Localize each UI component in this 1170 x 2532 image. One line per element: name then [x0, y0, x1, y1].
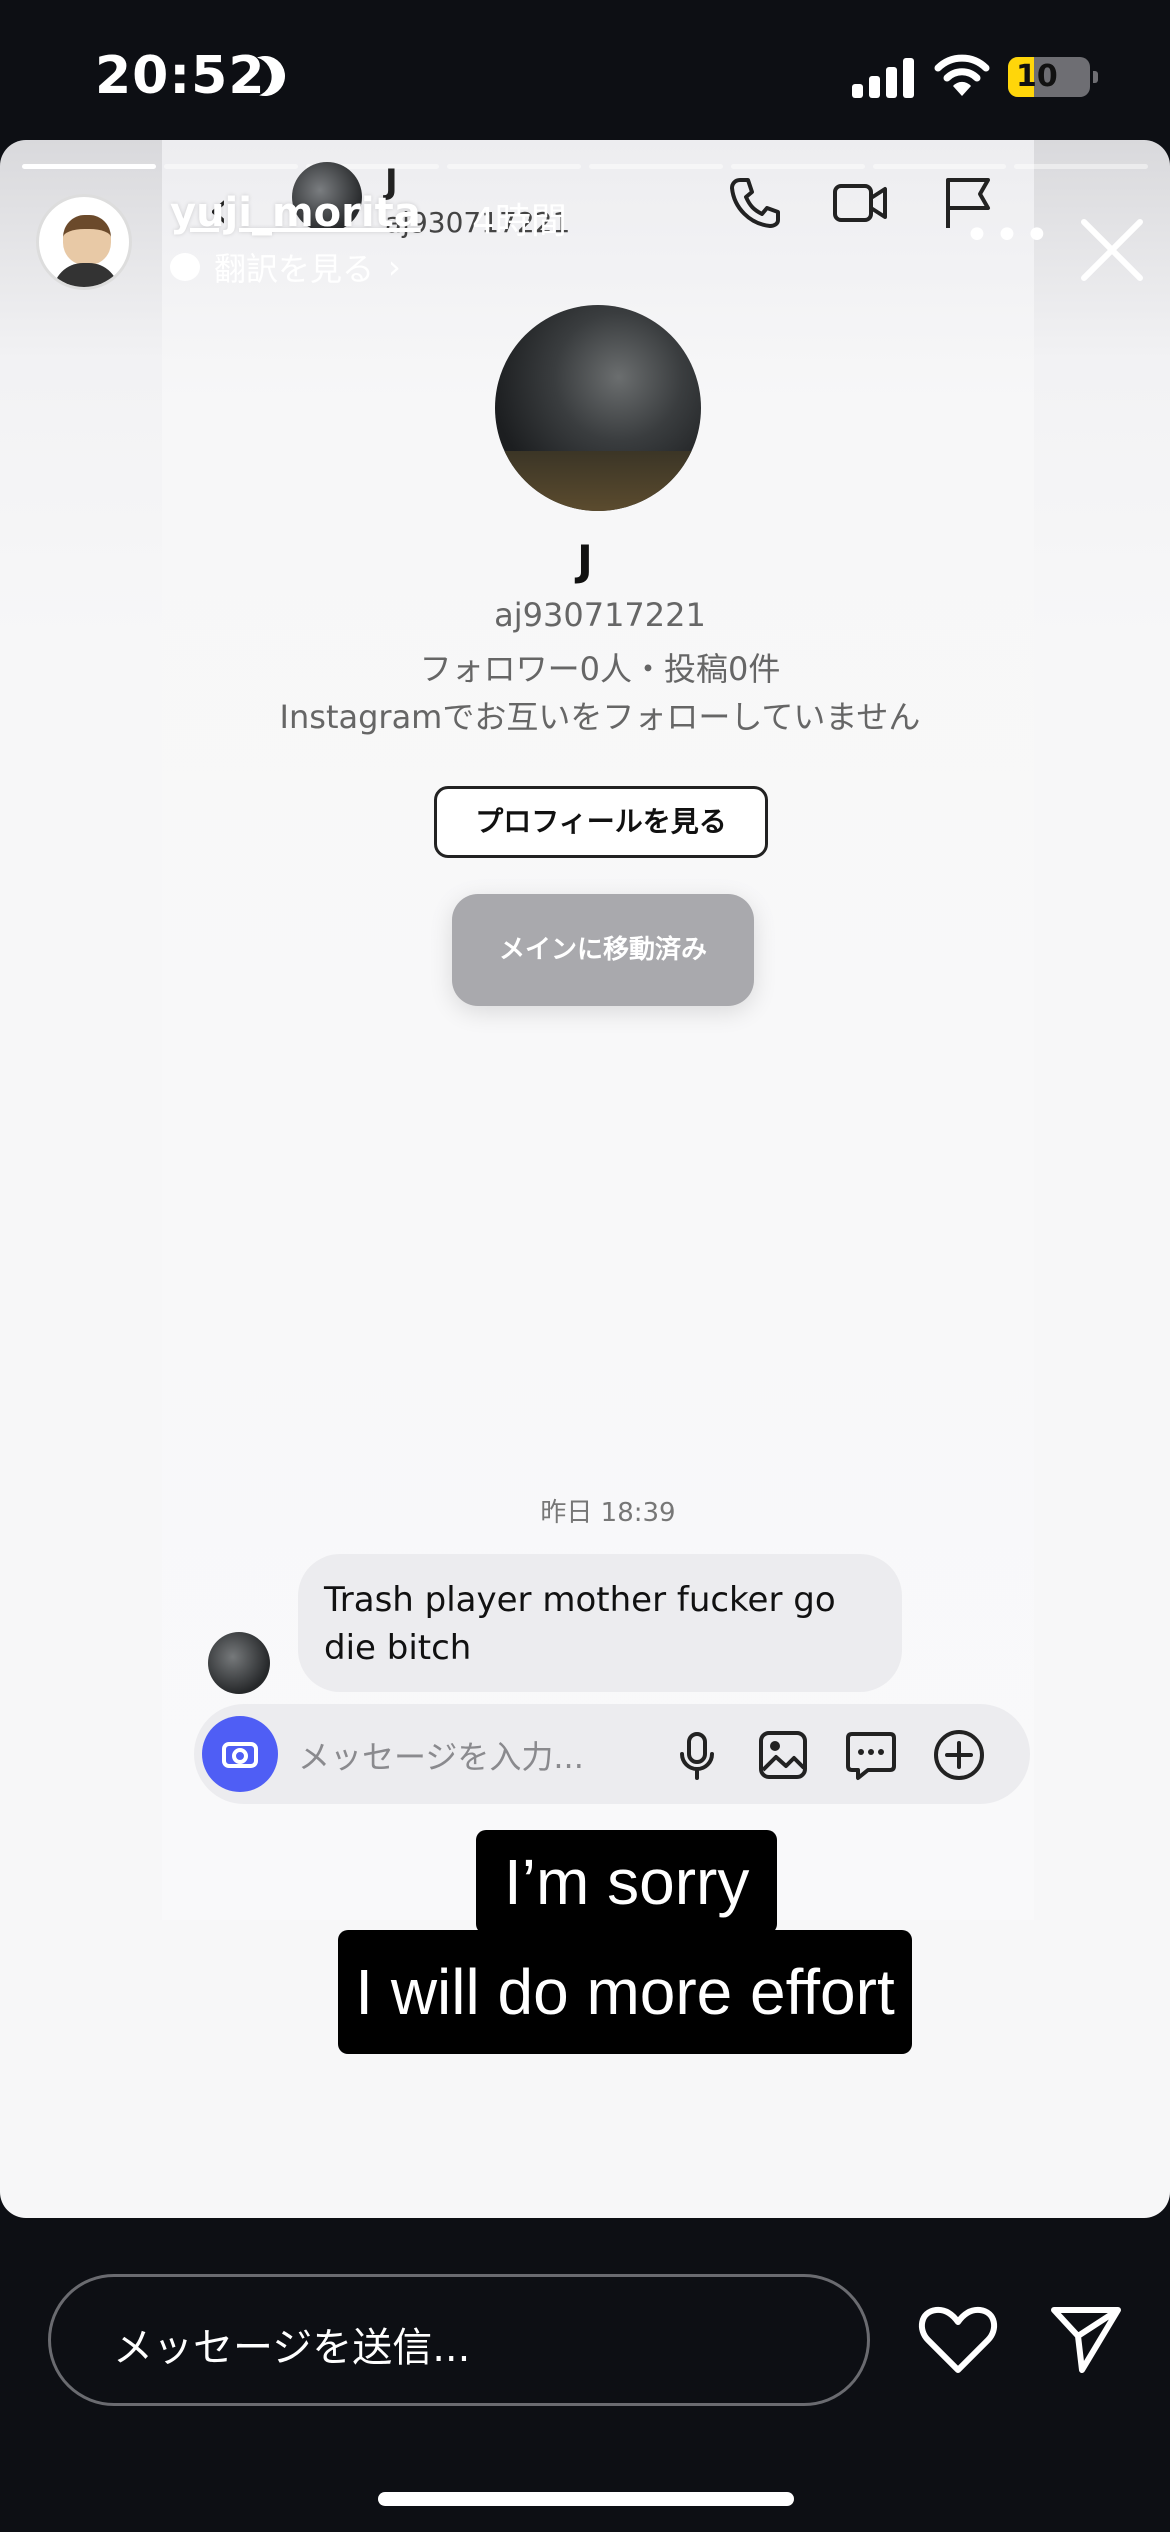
- dm-composer: メッセージを入力...: [194, 1704, 1030, 1804]
- home-indicator[interactable]: [378, 2492, 794, 2506]
- phone-icon: [730, 178, 780, 228]
- story-time-ago: 4時間: [472, 201, 567, 242]
- story-username[interactable]: yuji_morita: [170, 190, 421, 236]
- signal-icon: [852, 56, 916, 98]
- translate-label: 翻訳を見る: [214, 250, 375, 288]
- close-icon[interactable]: [1074, 212, 1150, 288]
- profile-stats: フォロワー0人・投稿0件: [419, 650, 781, 688]
- profile-username: aj930717221: [494, 596, 706, 634]
- translate-link[interactable]: 翻訳を見る ›: [170, 244, 401, 290]
- chevron-right-icon: ›: [388, 248, 401, 286]
- caption-line-1: I’m sorry: [476, 1830, 778, 1934]
- reply-input[interactable]: メッセージを送信...: [48, 2274, 870, 2406]
- translate-icon: [170, 253, 200, 281]
- story-progress-bar: [22, 164, 1148, 169]
- gallery-icon: [759, 1731, 807, 1779]
- status-bar: 20:52 10: [0, 0, 1170, 150]
- story-user-avatar[interactable]: [36, 194, 132, 290]
- heart-icon[interactable]: [918, 2302, 998, 2378]
- message-bubble: Trash player mother fucker go die bitch: [298, 1554, 902, 1692]
- microphone-icon: [680, 1732, 714, 1780]
- composer-placeholder: メッセージを入力...: [298, 1738, 584, 1776]
- video-call-icon: [833, 184, 887, 222]
- sticker-chat-icon: [846, 1732, 896, 1780]
- profile-avatar: [495, 305, 701, 511]
- reply-placeholder: メッセージを送信...: [113, 2325, 471, 2371]
- more-options-icon[interactable]: •••: [964, 214, 1054, 258]
- send-icon[interactable]: [1048, 2300, 1124, 2376]
- battery-level: 10: [1016, 59, 1058, 94]
- profile-name: J: [577, 536, 593, 585]
- plus-circle-icon: [934, 1730, 984, 1780]
- status-time: 20:52: [95, 46, 266, 106]
- wifi-icon: [934, 54, 990, 96]
- profile-follow-status: Instagramでお互いをフォローしていません: [279, 698, 921, 736]
- message-date: 昨日 18:39: [540, 1498, 676, 1528]
- sender-avatar: [208, 1632, 270, 1694]
- battery-icon: 10: [1008, 57, 1098, 97]
- moved-to-main-toast: メインに移動済み: [452, 894, 754, 1006]
- caption-line-2: I will do more effort: [338, 1930, 912, 2054]
- story-card[interactable]: ‹ J aj930717221 yuji_morita 4時間 翻訳を見る › …: [0, 140, 1170, 2218]
- camera-icon: [202, 1716, 278, 1792]
- view-profile-button: プロフィールを見る: [434, 786, 768, 858]
